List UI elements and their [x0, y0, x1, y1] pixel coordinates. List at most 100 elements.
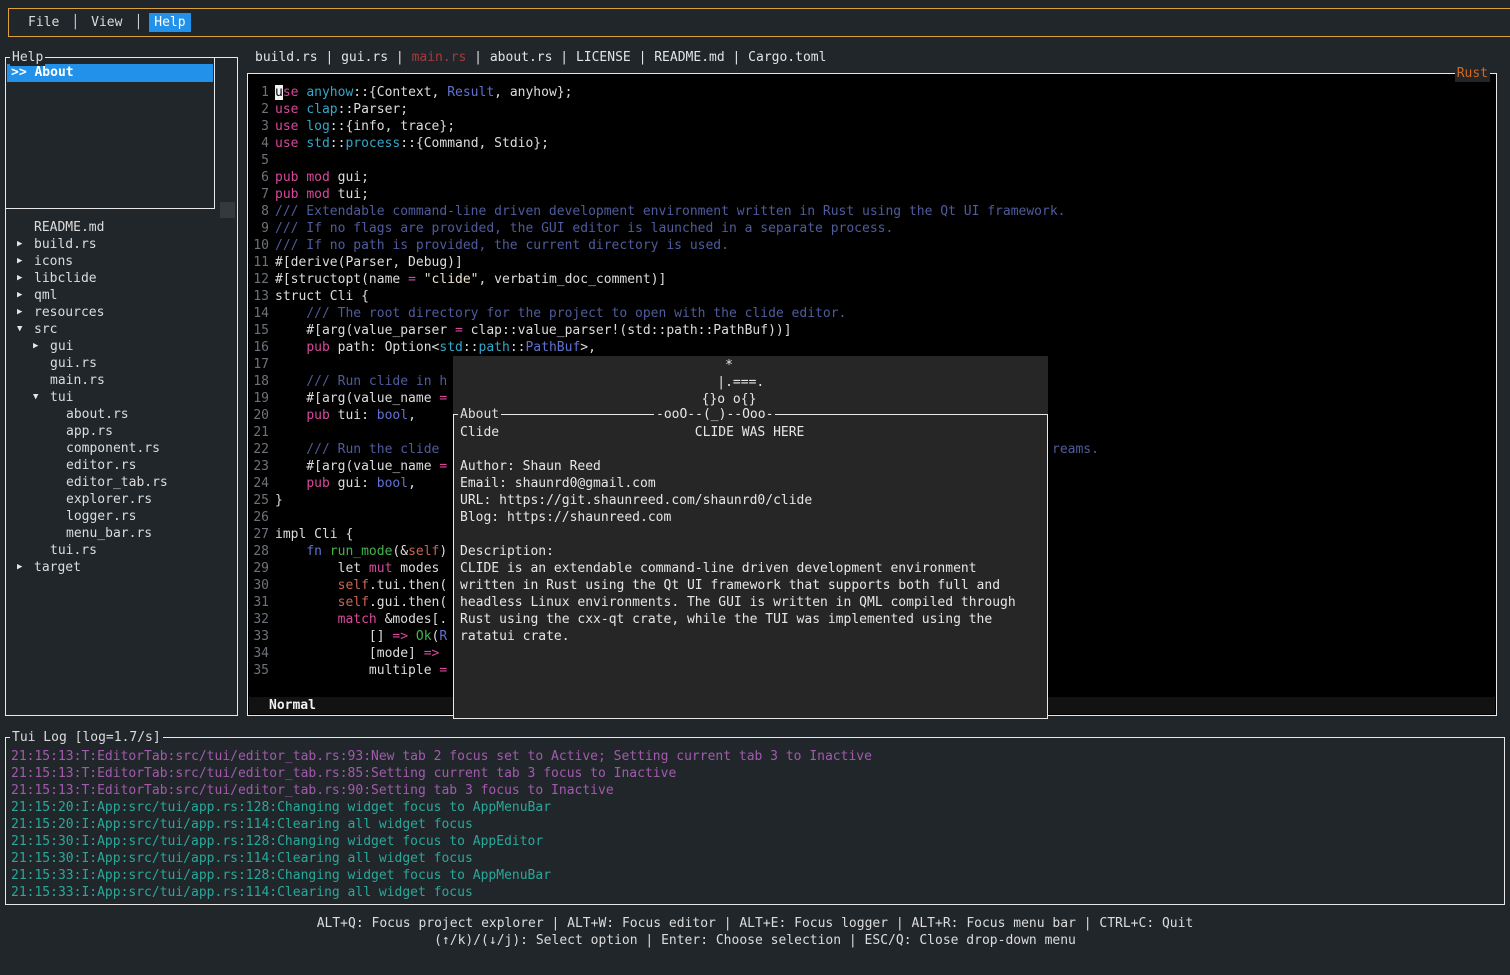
clipped-comment-fragment: reams.: [1052, 441, 1099, 458]
line-number: 17: [249, 356, 269, 373]
explorer-item-about.rs[interactable]: about.rs: [7, 406, 236, 423]
code-line[interactable]: 1use anyhow::{Context, Result, anyhow};: [249, 84, 1495, 101]
explorer-item-label: tui.rs: [50, 542, 97, 559]
explorer-item-build.rs[interactable]: ▶build.rs: [7, 236, 236, 253]
explorer-item-tui[interactable]: ▼tui: [7, 389, 236, 406]
explorer-item-label: qml: [34, 287, 57, 304]
tab-separator: |: [725, 50, 748, 65]
code-line[interactable]: 8/// Extendable command-line driven deve…: [249, 203, 1495, 220]
code-line[interactable]: 4use std::process::{Command, Stdio};: [249, 135, 1495, 152]
tab-gui.rs[interactable]: gui.rs: [341, 50, 388, 65]
explorer-item-editor_tab.rs[interactable]: editor_tab.rs: [7, 474, 236, 491]
code-line[interactable]: 9/// If no flags are provided, the GUI e…: [249, 220, 1495, 237]
code-token: []: [275, 629, 392, 644]
code-line[interactable]: 11#[derive(Parser, Debug)]: [249, 254, 1495, 271]
explorer-item-explorer.rs[interactable]: explorer.rs: [7, 491, 236, 508]
explorer-item-main.rs[interactable]: main.rs: [7, 372, 236, 389]
explorer-item-label: menu_bar.rs: [66, 525, 152, 542]
code-token: pub: [275, 187, 298, 202]
code-line[interactable]: 7pub mod tui;: [249, 186, 1495, 203]
about-text-row: Clide CLIDE WAS HERE: [460, 424, 1045, 441]
explorer-item-libclide[interactable]: ▶libclide: [7, 270, 236, 287]
explorer-item-label: about.rs: [66, 406, 129, 423]
explorer-item-src[interactable]: ▼src: [7, 321, 236, 338]
tab-about.rs[interactable]: about.rs: [490, 50, 553, 65]
tab-separator: |: [388, 50, 411, 65]
explorer-item-label: explorer.rs: [66, 491, 152, 508]
explorer-item-target[interactable]: ▶target: [7, 559, 236, 576]
explorer-item-component.rs[interactable]: component.rs: [7, 440, 236, 457]
explorer-item-qml[interactable]: ▶qml: [7, 287, 236, 304]
code-token: =: [439, 663, 447, 678]
code-token: tui;: [330, 187, 369, 202]
dropdown-item-about[interactable]: >> About: [7, 64, 213, 82]
explorer-item-README.md[interactable]: README.md: [7, 219, 236, 236]
code-token: =>: [392, 629, 408, 644]
code-token: #[structopt(name: [275, 272, 408, 287]
explorer-item-logger.rs[interactable]: logger.rs: [7, 508, 236, 525]
code-line[interactable]: 3use log::{info, trace};: [249, 118, 1495, 135]
code-line[interactable]: 2use clap::Parser;: [249, 101, 1495, 118]
explorer-item-label: gui: [50, 338, 73, 355]
code-line[interactable]: 13struct Cli {: [249, 288, 1495, 305]
code-token: .gui.then(: [369, 595, 447, 610]
code-token: modes: [392, 561, 439, 576]
line-number: 23: [249, 458, 269, 475]
help-dropdown-menu: Help >> About: [5, 57, 215, 209]
explorer-item-resources[interactable]: ▶resources: [7, 304, 236, 321]
tab-README.md[interactable]: README.md: [654, 50, 724, 65]
explorer-scrollbar-thumb[interactable]: [220, 202, 235, 218]
explorer-item-editor.rs[interactable]: editor.rs: [7, 457, 236, 474]
about-popup-box: About -ooO--(_)--Ooo- Clide CLIDE WAS HE…: [453, 414, 1048, 719]
tab-separator: |: [318, 50, 341, 65]
code-token: =: [455, 323, 463, 338]
code-line[interactable]: 15 #[arg(value_parser = clap::value_pars…: [249, 322, 1495, 339]
about-text-row: [460, 441, 1045, 458]
log-entry: 21:15:33:I:App:src/tui/app.rs:128:Changi…: [11, 867, 1502, 884]
code-token: &modes[.: [377, 612, 447, 627]
explorer-item-icons[interactable]: ▶icons: [7, 253, 236, 270]
collapsed-arrow-icon: ▶: [17, 236, 34, 253]
code-token: self: [338, 578, 369, 593]
code-token: impl Cli {: [275, 527, 353, 542]
line-number: 15: [249, 322, 269, 339]
menu-item-view[interactable]: View: [86, 13, 127, 32]
tui-log-title: Tui Log [log=1.7/s]: [10, 729, 163, 746]
code-token: log: [306, 119, 329, 134]
about-popup: * |.===. {}o o{} About -ooO--(_)--Ooo- C…: [453, 356, 1048, 719]
line-number: 1: [249, 84, 269, 101]
code-token: bool: [377, 408, 408, 423]
code-token: mod: [306, 170, 329, 185]
code-line[interactable]: 12#[structopt(name = "clide", verbatim_d…: [249, 271, 1495, 288]
about-text-row: ratatui crate.: [460, 628, 1045, 645]
explorer-item-gui.rs[interactable]: gui.rs: [7, 355, 236, 372]
line-number: 21: [249, 424, 269, 441]
tab-main.rs[interactable]: main.rs: [412, 50, 467, 65]
ascii-art-kilroy: * |.===. {}o o{}: [459, 357, 764, 408]
explorer-item-app.rs[interactable]: app.rs: [7, 423, 236, 440]
menu-item-file[interactable]: File: [23, 13, 64, 32]
tab-Cargo.toml[interactable]: Cargo.toml: [748, 50, 826, 65]
explorer-item-menu_bar.rs[interactable]: menu_bar.rs: [7, 525, 236, 542]
menu-item-help[interactable]: Help: [149, 13, 190, 32]
code-token: ): [439, 544, 447, 559]
code-token: std: [439, 340, 462, 355]
log-entry: 21:15:13:T:EditorTab:src/tui/editor_tab.…: [11, 782, 1502, 799]
explorer-item-tui.rs[interactable]: tui.rs: [7, 542, 236, 559]
code-line[interactable]: 5: [249, 152, 1495, 169]
explorer-item-label: README.md: [34, 219, 104, 236]
code-line[interactable]: 14 /// The root directory for the projec…: [249, 305, 1495, 322]
explorer-item-gui[interactable]: ▶gui: [7, 338, 236, 355]
about-popup-title: About: [458, 406, 501, 423]
code-line[interactable]: 16 pub path: Option<std::path::PathBuf>,: [249, 339, 1495, 356]
code-line[interactable]: 10/// If no path is provided, the curren…: [249, 237, 1495, 254]
tab-separator: |: [466, 50, 489, 65]
tab-LICENSE[interactable]: LICENSE: [576, 50, 631, 65]
tab-build.rs[interactable]: build.rs: [255, 50, 318, 65]
code-line[interactable]: 6pub mod gui;: [249, 169, 1495, 186]
code-token: "clide": [424, 272, 479, 287]
help-dropdown-items: >> About: [6, 64, 214, 82]
code-token: mut: [369, 561, 392, 576]
code-token: ,: [408, 476, 416, 491]
explorer-item-label: main.rs: [50, 372, 105, 389]
